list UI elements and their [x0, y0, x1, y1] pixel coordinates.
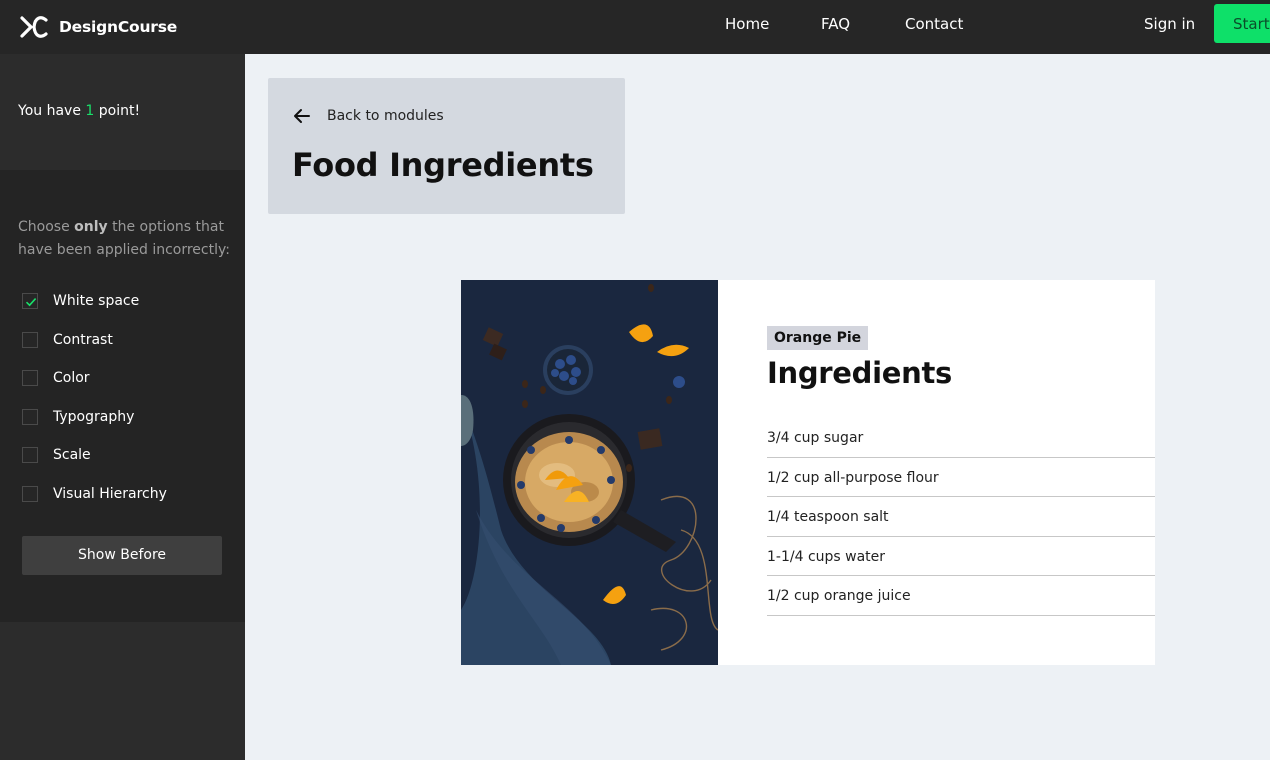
points-value: 1: [85, 103, 95, 119]
arrow-left-icon: [294, 109, 310, 123]
points-suffix: point!: [98, 103, 141, 119]
checkbox-color[interactable]: [22, 370, 38, 386]
checkbox-visual-hierarchy[interactable]: [22, 486, 38, 502]
points-text: You have 1 point!: [18, 103, 140, 119]
instructions-text: Choose only the options that have been a…: [18, 216, 233, 262]
option-typography[interactable]: Typography: [22, 407, 134, 427]
recipe-tag: Orange Pie: [767, 326, 869, 350]
designcourse-logo-icon: [20, 16, 48, 38]
option-white-space[interactable]: White space: [22, 291, 139, 311]
recipe-card: Orange Pie Ingredients 3/4 cup sugar 1/2…: [461, 280, 1155, 665]
option-scale[interactable]: Scale: [22, 445, 91, 465]
ingredients-heading: Ingredients: [767, 356, 953, 390]
sidebar: You have 1 point! Choose only the option…: [0, 54, 245, 760]
brand-name: DesignCourse: [59, 18, 178, 36]
option-label: Contrast: [53, 332, 113, 348]
check-icon: [25, 298, 37, 307]
points-prefix: You have: [18, 103, 81, 119]
checkbox-white-space[interactable]: [22, 293, 38, 309]
ingredient-item: 1/2 cup orange juice: [767, 576, 1155, 616]
page-title: Food Ingredients: [292, 146, 594, 184]
option-contrast[interactable]: Contrast: [22, 330, 113, 350]
instructions-before: Choose: [18, 219, 70, 235]
ingredients-list: 3/4 cup sugar 1/2 cup all-purpose flour …: [767, 418, 1155, 616]
back-label: Back to modules: [327, 108, 444, 124]
option-visual-hierarchy[interactable]: Visual Hierarchy: [22, 484, 167, 504]
option-label: Typography: [53, 409, 135, 425]
checkbox-scale[interactable]: [22, 447, 38, 463]
checkbox-typography[interactable]: [22, 409, 38, 425]
brand-logo[interactable]: DesignCourse: [20, 12, 177, 42]
nav-home-link[interactable]: Home: [725, 15, 769, 33]
nav-contact-link[interactable]: Contact: [905, 15, 963, 33]
points-panel: You have 1 point!: [0, 54, 245, 170]
option-label: White space: [53, 293, 140, 309]
ingredient-item: 1-1/4 cups water: [767, 537, 1155, 576]
ingredient-item: 3/4 cup sugar: [767, 418, 1155, 458]
module-header-card: Back to modules Food Ingredients: [268, 78, 625, 214]
checkbox-contrast[interactable]: [22, 332, 38, 348]
start-button[interactable]: Start: [1214, 4, 1270, 43]
ingredient-item: 1/4 teaspoon salt: [767, 497, 1155, 537]
option-label: Scale: [53, 447, 91, 463]
top-navbar: DesignCourse Home FAQ Contact Sign in St…: [0, 0, 1270, 54]
instructions-emphasis: only: [74, 219, 108, 235]
options-panel: Choose only the options that have been a…: [0, 170, 245, 622]
back-to-modules-link[interactable]: Back to modules: [292, 106, 444, 126]
nav-faq-link[interactable]: FAQ: [821, 15, 850, 33]
option-label: Color: [53, 370, 90, 386]
orange-pie-photo: [461, 280, 718, 665]
ingredient-item: 1/2 cup all-purpose flour: [767, 458, 1155, 497]
option-label: Visual Hierarchy: [53, 486, 167, 502]
option-color[interactable]: Color: [22, 368, 90, 388]
sign-in-link[interactable]: Sign in: [1144, 15, 1195, 33]
show-before-button[interactable]: Show Before: [22, 536, 222, 575]
